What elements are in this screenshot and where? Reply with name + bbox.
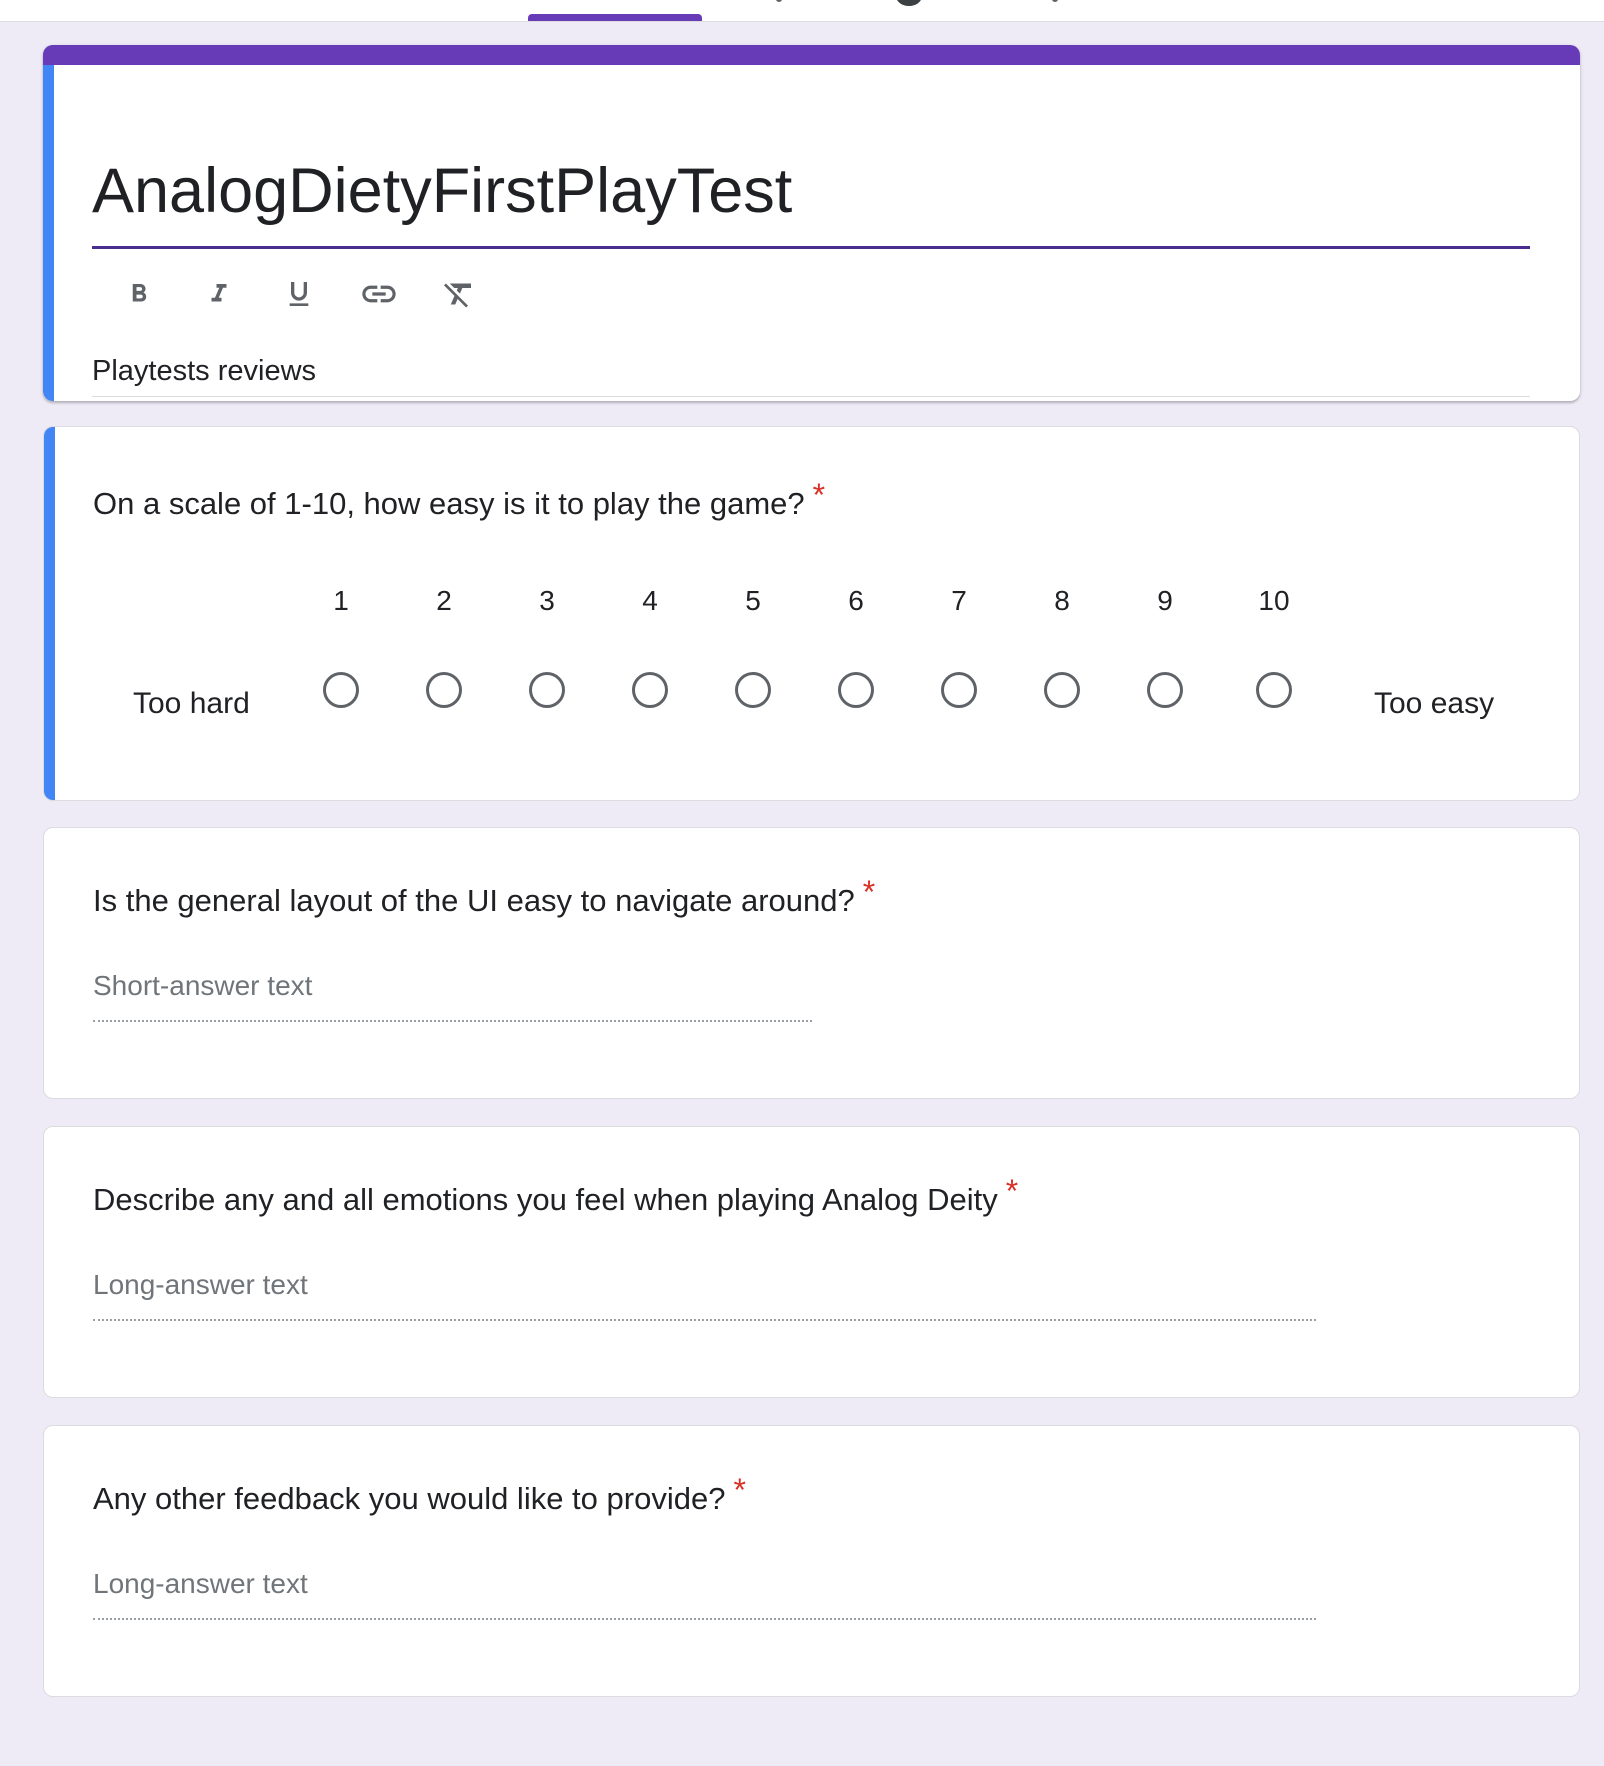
question-title-text: Describe any and all emotions you feel w… [93,1182,998,1217]
scale-number: 6 [848,585,864,616]
scale-radio-5[interactable] [735,672,771,708]
question-card-linear-scale[interactable]: On a scale of 1-10, how easy is it to pl… [43,426,1580,801]
long-answer-field[interactable]: Long-answer text [93,1564,1316,1620]
question-title: Any other feedback you would like to pro… [93,1472,746,1519]
scale-number: 5 [745,585,761,616]
italic-icon [211,284,227,302]
underline-icon [289,282,309,306]
clear-formatting-button[interactable] [431,270,487,318]
scale-radio-9[interactable] [1147,672,1183,708]
underline-button[interactable] [271,270,327,318]
scale-number: 3 [539,585,555,616]
question-title: Describe any and all emotions you feel w… [93,1173,1018,1220]
scale-number: 9 [1157,585,1173,616]
theme-color-stripe [43,45,1580,65]
active-tab-indicator [528,14,702,21]
scale-radio-7[interactable] [941,672,977,708]
question-title-text: Any other feedback you would like to pro… [93,1481,726,1516]
required-asterisk: * [812,477,826,513]
required-asterisk: * [1005,1173,1019,1209]
scale-radio-3[interactable] [529,672,565,708]
scale-radio-1[interactable] [323,672,359,708]
required-asterisk: * [862,874,876,910]
scale-low-label: Too hard [133,687,250,720]
link-icon [362,285,396,303]
bold-icon [132,284,147,302]
question-title: Is the general layout of the UI easy to … [93,874,875,921]
cropped-tab-icon [896,0,922,6]
bold-button[interactable] [111,270,167,318]
cropped-tab-fragment [776,0,782,2]
scale-radio-2[interactable] [426,672,462,708]
scale-radio-8[interactable] [1044,672,1080,708]
scale-radio-10[interactable] [1256,672,1292,708]
form-title-input[interactable]: AnalogDietyFirstPlayTest [92,149,1530,249]
scale-number: 7 [951,585,967,616]
top-app-bar [0,0,1604,22]
scale-number: 10 [1258,585,1290,616]
text-format-toolbar [111,269,511,319]
scale-high-label: Too easy [1374,687,1495,720]
question-card-long-answer[interactable]: Any other feedback you would like to pro… [43,1425,1580,1697]
link-button[interactable] [351,270,407,318]
clear-formatting-icon [444,283,471,308]
question-card-long-answer[interactable]: Describe any and all emotions you feel w… [43,1126,1580,1398]
form-description-input[interactable]: Playtests reviews [92,351,1530,397]
question-title: On a scale of 1-10, how easy is it to pl… [93,477,825,524]
scale-number: 2 [436,585,452,616]
short-answer-field[interactable]: Short-answer text [93,966,812,1022]
form-header-card[interactable]: AnalogDietyFirstPlayTest Playtests revie… [43,45,1580,401]
question-title-text: On a scale of 1-10, how easy is it to pl… [93,486,805,521]
scale-number: 1 [333,585,349,616]
required-asterisk: * [733,1472,746,1508]
italic-button[interactable] [191,270,247,318]
cropped-tab-fragment [1052,0,1058,2]
question-card-short-answer[interactable]: Is the general layout of the UI easy to … [43,827,1580,1099]
scale-number: 8 [1054,585,1070,616]
long-answer-field[interactable]: Long-answer text [93,1265,1316,1321]
scale-number: 4 [642,585,658,616]
scale-radio-4[interactable] [632,672,668,708]
question-title-text: Is the general layout of the UI easy to … [93,883,855,918]
scale-radio-6[interactable] [838,672,874,708]
